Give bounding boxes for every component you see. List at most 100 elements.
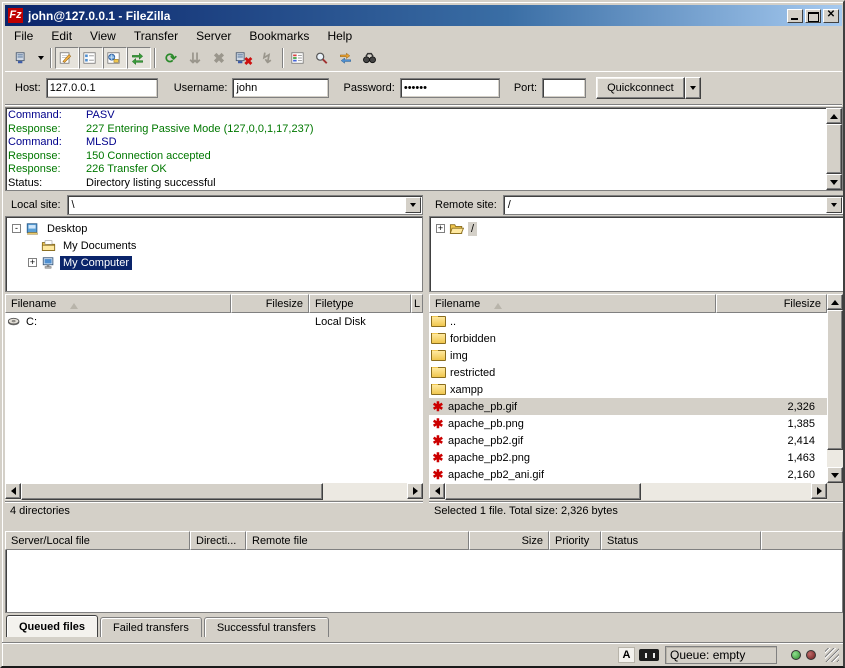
remote-file-row[interactable]: img <box>429 347 827 364</box>
directory-comparison-button[interactable] <box>311 47 335 69</box>
remote-file-row[interactable]: apache_pb2.png1,463 <box>429 449 827 466</box>
remote-file-row[interactable]: .. <box>429 313 827 330</box>
synchronized-browsing-button[interactable] <box>335 47 359 69</box>
maximize-button[interactable] <box>805 9 821 23</box>
queue-col-priority[interactable]: Priority <box>549 531 601 550</box>
toggle-local-tree-button[interactable] <box>79 47 103 69</box>
tree-item-root[interactable]: + / <box>432 220 841 237</box>
remote-file-row[interactable]: apache_pb2.gif2,414 <box>429 432 827 449</box>
log-line: Response:226 Transfer OK <box>8 163 824 177</box>
toggle-transfer-queue-button[interactable] <box>127 47 151 69</box>
menu-help[interactable]: Help <box>318 27 361 45</box>
tab-queued-files[interactable]: Queued files <box>6 615 98 637</box>
remote-file-row[interactable]: xampp <box>429 381 827 398</box>
tab-successful-transfers[interactable]: Successful transfers <box>204 617 329 637</box>
queue-col-status[interactable]: Status <box>601 531 761 550</box>
filter-button[interactable] <box>287 47 311 69</box>
collapse-icon[interactable]: - <box>12 224 21 233</box>
scroll-up-icon[interactable] <box>827 294 843 310</box>
refresh-button[interactable]: ⟳ <box>159 47 183 69</box>
cancel-button[interactable]: ✖ <box>207 47 231 69</box>
host-input[interactable] <box>46 78 158 98</box>
message-log: Command:PASV Response:227 Entering Passi… <box>5 107 843 191</box>
scroll-down-icon[interactable] <box>826 174 842 190</box>
menu-edit[interactable]: Edit <box>42 27 81 45</box>
data-type-ascii-icon[interactable]: A <box>618 647 635 663</box>
toggle-remote-tree-button[interactable] <box>103 47 127 69</box>
speed-limit-icon[interactable] <box>639 649 659 661</box>
scroll-up-icon[interactable] <box>826 108 842 124</box>
tree-item-my-documents[interactable]: My Documents <box>24 237 420 254</box>
local-hscrollbar[interactable] <box>5 483 423 500</box>
remote-vscrollbar[interactable] <box>827 294 843 483</box>
log-line: Status:Directory listing successful <box>8 177 824 191</box>
menu-transfer[interactable]: Transfer <box>125 27 187 45</box>
tree-item-desktop[interactable]: - Desktop <box>8 220 420 237</box>
quickconnect-button[interactable]: Quickconnect <box>596 77 685 99</box>
remote-file-row[interactable]: restricted <box>429 364 827 381</box>
log-scrollbar[interactable] <box>826 108 842 190</box>
tree-item-my-computer[interactable]: + My Computer <box>24 254 420 271</box>
queue-tabs: Queued files Failed transfers Successful… <box>6 615 843 637</box>
scroll-right-icon[interactable] <box>811 483 827 499</box>
window-title: john@127.0.0.1 - FileZilla <box>28 9 785 23</box>
folder-icon <box>431 367 446 378</box>
remote-site-combo[interactable]: / <box>503 195 844 215</box>
menu-view[interactable]: View <box>81 27 125 45</box>
chevron-down-icon[interactable] <box>405 197 421 213</box>
username-input[interactable] <box>232 78 329 98</box>
port-input[interactable] <box>542 78 586 98</box>
port-label: Port: <box>514 82 537 94</box>
scroll-right-icon[interactable] <box>407 483 423 499</box>
status-bar: A Queue: empty <box>2 642 843 667</box>
remote-col-filesize[interactable]: Filesize <box>716 294 827 313</box>
queue-col-direction[interactable]: Directi... <box>190 531 246 550</box>
site-manager-dropdown[interactable] <box>35 47 47 69</box>
magnifier-icon <box>314 51 329 65</box>
quickconnect-dropdown[interactable] <box>685 77 701 99</box>
menu-bookmarks[interactable]: Bookmarks <box>240 27 318 45</box>
close-button[interactable] <box>823 9 839 23</box>
binoculars-icon <box>362 51 377 65</box>
remote-hscrollbar[interactable] <box>429 483 827 500</box>
queue-col-remote-file[interactable]: Remote file <box>246 531 469 550</box>
local-site-value: \ <box>68 199 405 211</box>
scroll-left-icon[interactable] <box>5 483 21 499</box>
chevron-down-icon[interactable] <box>826 197 842 213</box>
local-col-filetype[interactable]: Filetype <box>309 294 411 313</box>
tab-failed-transfers[interactable]: Failed transfers <box>100 617 202 637</box>
minimize-button[interactable] <box>787 9 803 23</box>
remote-file-row[interactable]: forbidden <box>429 330 827 347</box>
find-files-button[interactable] <box>359 47 383 69</box>
scroll-left-icon[interactable] <box>429 483 445 499</box>
remote-file-row[interactable]: apache_pb2_ani.gif2,160 <box>429 466 827 483</box>
menu-file[interactable]: File <box>5 27 42 45</box>
local-col-last-modified[interactable]: L <box>411 294 423 313</box>
local-site-row: Local site: \ <box>5 194 423 215</box>
app-icon: Fz <box>8 8 23 23</box>
menu-server[interactable]: Server <box>187 27 240 45</box>
scroll-down-icon[interactable] <box>827 467 843 483</box>
remote-col-filename[interactable]: Filename <box>429 294 716 313</box>
queue-col-size[interactable]: Size <box>469 531 549 550</box>
queue-col-server-local-file[interactable]: Server/Local file <box>5 531 190 550</box>
remote-file-row[interactable]: apache_pb.png1,385 <box>429 415 827 432</box>
reconnect-button[interactable]: ↯ <box>255 47 279 69</box>
expand-icon[interactable]: + <box>436 224 445 233</box>
local-site-combo[interactable]: \ <box>67 195 423 215</box>
expand-icon[interactable]: + <box>28 258 37 267</box>
title-bar[interactable]: Fz john@127.0.0.1 - FileZilla <box>5 5 842 26</box>
local-col-filename[interactable]: Filename <box>5 294 231 313</box>
site-manager-button[interactable] <box>11 47 35 69</box>
local-file-row[interactable]: C: Local Disk <box>5 313 423 330</box>
process-queue-button[interactable]: ⇊ <box>183 47 207 69</box>
remote-file-row-selected[interactable]: apache_pb.gif2,326 <box>429 398 827 415</box>
toggle-message-log-button[interactable] <box>55 47 79 69</box>
site-manager-icon <box>14 51 29 65</box>
resize-grip[interactable] <box>825 648 839 662</box>
disconnect-button[interactable]: ✖ <box>231 47 255 69</box>
local-col-filesize[interactable]: Filesize <box>231 294 309 313</box>
folder-icon <box>431 316 446 327</box>
password-input[interactable] <box>400 78 500 98</box>
remote-site-label: Remote site: <box>429 199 503 211</box>
